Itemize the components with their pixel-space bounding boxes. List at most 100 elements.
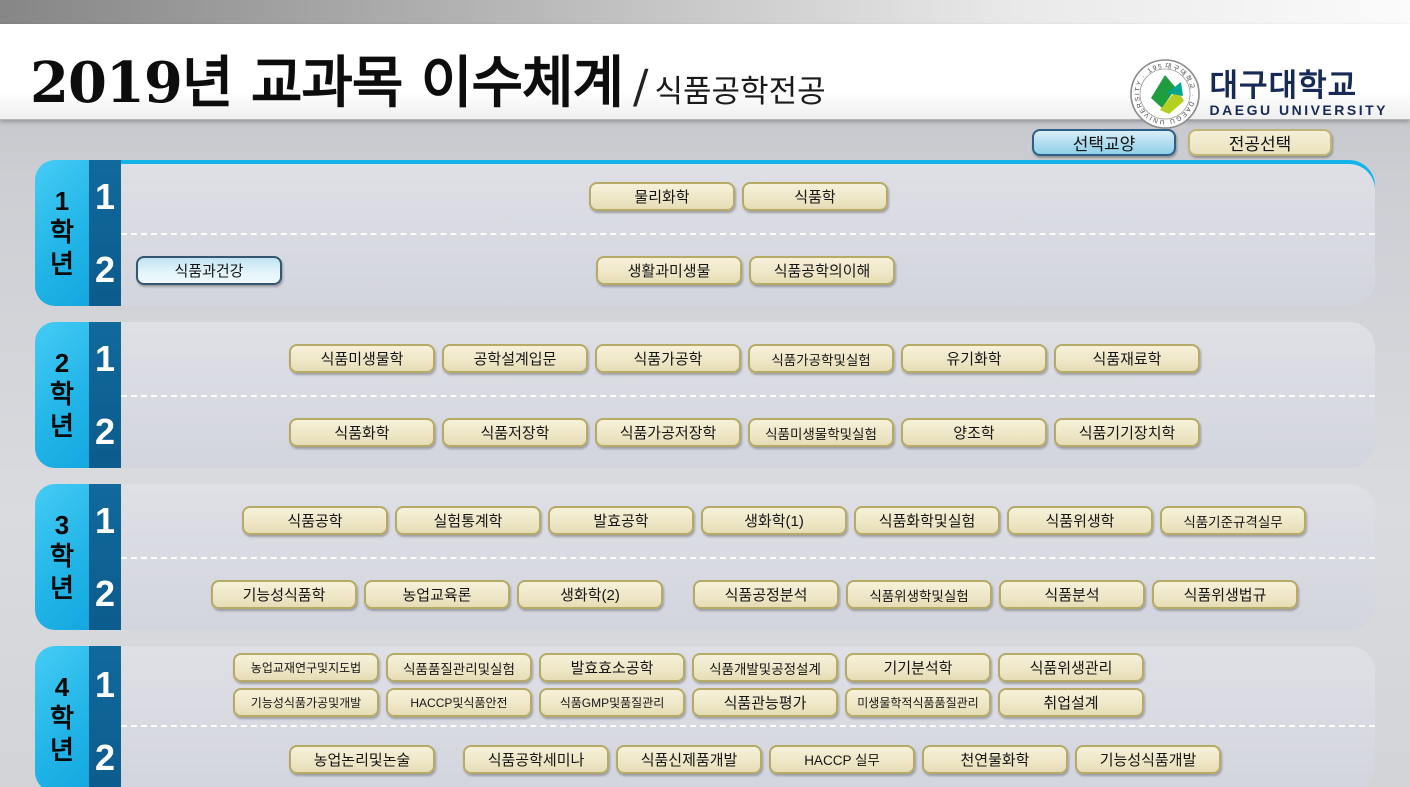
course-button[interactable]: 식품분석 — [999, 580, 1145, 609]
semester-number: 2 — [89, 395, 121, 468]
course-button[interactable]: 식품신제품개발 — [616, 745, 762, 774]
legend-button[interactable]: 전공선택 — [1188, 129, 1332, 156]
section-content: 농업교재연구및지도법식품품질관리및실험발효효소공학식품개발및공정설계기기분석학식… — [121, 646, 1375, 787]
course-row: 식품과건강 생활과미생물식품공학의이해 — [121, 256, 1375, 285]
course-button[interactable]: HACCP 실무 — [769, 745, 915, 774]
course-button[interactable]: 미생물학적식품품질관리 — [845, 688, 991, 717]
semester-number: 2 — [89, 233, 121, 306]
semester-number: 1 — [89, 484, 121, 557]
title-divider: / — [633, 59, 649, 113]
year-section: 2학년12식품미생물학공학설계입문식품가공학식품가공학및실험유기화학식품재료학식… — [35, 322, 1375, 468]
course-button[interactable]: 식품공정분석 — [693, 580, 839, 609]
course-row: 농업논리및논술 식품공학세미나식품신제품개발HACCP 실무천연물화학기능성식품개… — [121, 745, 1375, 774]
logo-wordmark: 대구대학교 DAEGU UNIVERSITY — [1210, 70, 1388, 117]
semester-number: 1 — [89, 322, 121, 395]
top-gradient-bar — [0, 0, 1410, 24]
course-button[interactable]: 생활과미생물 — [596, 256, 742, 285]
university-logo: 대구대학교 · DAEGU UNIVERSITY · 1956 · 대구대학교 … — [1129, 58, 1388, 130]
course-button[interactable]: 발효효소공학 — [539, 653, 685, 682]
semester-number: 1 — [89, 646, 121, 725]
course-button[interactable]: 유기화학 — [901, 344, 1047, 373]
course-button[interactable]: 물리화학 — [589, 182, 735, 211]
logo-korean-name: 대구대학교 — [1210, 70, 1388, 103]
semester-block: 기능성식품학농업교육론생화학(2) 식품공정분석식품위생학및실험식품분석식품위생법… — [121, 557, 1375, 630]
course-row: 식품미생물학공학설계입문식품가공학식품가공학및실험유기화학식품재료학 — [121, 344, 1375, 373]
course-button[interactable]: 발효공학 — [548, 506, 694, 535]
course-button[interactable]: 식품기준규격실무 — [1160, 506, 1306, 535]
course-button[interactable]: 식품저장학 — [442, 418, 588, 447]
course-button[interactable]: 식품위생관리 — [998, 653, 1144, 682]
course-row: 식품화학식품저장학식품가공저장학식품미생물학및실험양조학식품기기장치학 — [121, 418, 1375, 447]
year-label: 4학년 — [35, 646, 89, 787]
page-subtitle: 식품공학전공 — [655, 74, 826, 110]
course-button[interactable]: 식품위생학및실험 — [846, 580, 992, 609]
course-button[interactable]: 기능성식품개발 — [1075, 745, 1221, 774]
course-button[interactable]: 생화학(1) — [701, 506, 847, 535]
course-button[interactable]: 식품기기장치학 — [1054, 418, 1200, 447]
course-button[interactable]: 식품위생학 — [1007, 506, 1153, 535]
course-button[interactable]: 양조학 — [901, 418, 1047, 447]
course-button[interactable]: 식품가공저장학 — [595, 418, 741, 447]
semester-block: 농업논리및논술 식품공학세미나식품신제품개발HACCP 실무천연물화학기능성식품개… — [121, 725, 1375, 787]
course-button[interactable]: 식품공학의이해 — [749, 256, 895, 285]
year-label: 1학년 — [35, 160, 89, 306]
course-button[interactable]: 기기분석학 — [845, 653, 991, 682]
university-seal: 대구대학교 · DAEGU UNIVERSITY · 1956 · — [1129, 58, 1201, 130]
title-wrap: 2019년 교과목 이수체계/식품공학전공 — [30, 38, 826, 119]
course-button[interactable]: 천연물화학 — [922, 745, 1068, 774]
course-button[interactable]: 식품재료학 — [1054, 344, 1200, 373]
course-button[interactable]: 식품공학 — [242, 506, 388, 535]
course-button[interactable]: 생화학(2) — [517, 580, 663, 609]
course-button[interactable]: 기능성식품가공및개발 — [233, 688, 379, 717]
course-button[interactable]: 농업교육론 — [364, 580, 510, 609]
page-title: 2019년 교과목 이수체계 — [30, 50, 623, 116]
course-button[interactable]: 식품학 — [742, 182, 888, 211]
curriculum-sections: 1학년12물리화학식품학식품과건강생활과미생물식품공학의이해2학년12식품미생물… — [35, 160, 1375, 787]
semester-number: 2 — [89, 725, 121, 787]
course-button[interactable]: 식품미생물학 — [289, 344, 435, 373]
course-button[interactable]: 식품공학세미나 — [463, 745, 609, 774]
semester-block: 식품미생물학공학설계입문식품가공학식품가공학및실험유기화학식품재료학 — [121, 322, 1375, 395]
legend-button[interactable]: 선택교양 — [1032, 129, 1176, 156]
semester-strip: 12 — [89, 322, 121, 468]
course-button[interactable]: 농업교재연구및지도법 — [233, 653, 379, 682]
legend: 선택교양 전공선택 — [1032, 129, 1332, 156]
course-button[interactable]: 기능성식품학 — [211, 580, 357, 609]
section-content: 식품공학실험통계학발효공학생화학(1)식품화학및실험식품위생학식품기준규격실무기… — [121, 484, 1375, 630]
year-section: 3학년12식품공학실험통계학발효공학생화학(1)식품화학및실험식품위생학식품기준… — [35, 484, 1375, 630]
course-row: 식품공학실험통계학발효공학생화학(1)식품화학및실험식품위생학식품기준규격실무 — [121, 506, 1375, 535]
course-button[interactable]: 식품가공학 — [595, 344, 741, 373]
course-button[interactable]: 식품GMP및품질관리 — [539, 688, 685, 717]
course-button[interactable]: 식품품질관리및실험 — [386, 653, 532, 682]
section-content: 물리화학식품학식품과건강 생활과미생물식품공학의이해 — [121, 160, 1375, 306]
course-button[interactable]: 식품개발및공정설계 — [692, 653, 838, 682]
course-row: 물리화학식품학 — [121, 182, 1375, 211]
logo-english-name: DAEGU UNIVERSITY — [1210, 103, 1388, 118]
course-row: 기능성식품가공및개발HACCP및식품안전식품GMP및품질관리식품관능평가미생물학… — [121, 688, 1375, 717]
section-content: 식품미생물학공학설계입문식품가공학식품가공학및실험유기화학식품재료학식품화학식품… — [121, 322, 1375, 468]
semester-number: 1 — [89, 160, 121, 233]
course-button[interactable]: 식품과건강 — [136, 256, 282, 285]
course-button[interactable]: 식품화학및실험 — [854, 506, 1000, 535]
course-button[interactable]: 식품화학 — [289, 418, 435, 447]
year-label: 2학년 — [35, 322, 89, 468]
course-button[interactable]: 농업논리및논술 — [289, 745, 435, 774]
course-button[interactable]: 식품미생물학및실험 — [748, 418, 894, 447]
year-label: 3학년 — [35, 484, 89, 630]
semester-block: 식품공학실험통계학발효공학생화학(1)식품화학및실험식품위생학식품기준규격실무 — [121, 484, 1375, 557]
course-button[interactable]: 공학설계입문 — [442, 344, 588, 373]
semester-strip: 12 — [89, 646, 121, 787]
course-button[interactable]: 실험통계학 — [395, 506, 541, 535]
course-button[interactable]: HACCP및식품안전 — [386, 688, 532, 717]
semester-block: 농업교재연구및지도법식품품질관리및실험발효효소공학식품개발및공정설계기기분석학식… — [121, 646, 1375, 725]
course-button[interactable]: 식품관능평가 — [692, 688, 838, 717]
semester-block: 식품화학식품저장학식품가공저장학식품미생물학및실험양조학식품기기장치학 — [121, 395, 1375, 468]
course-button[interactable]: 식품가공학및실험 — [748, 344, 894, 373]
year-section: 4학년12농업교재연구및지도법식품품질관리및실험발효효소공학식품개발및공정설계기… — [35, 646, 1375, 787]
course-button[interactable]: 취업설계 — [998, 688, 1144, 717]
header: 2019년 교과목 이수체계/식품공학전공 대구대학교 · DAEGU UNIV… — [0, 24, 1410, 120]
semester-block: 식품과건강 생활과미생물식품공학의이해 — [121, 233, 1375, 306]
slide-root: 2019년 교과목 이수체계/식품공학전공 대구대학교 · DAEGU UNIV… — [0, 0, 1410, 787]
course-button[interactable]: 식품위생법규 — [1152, 580, 1298, 609]
course-row: 농업교재연구및지도법식품품질관리및실험발효효소공학식품개발및공정설계기기분석학식… — [121, 653, 1375, 682]
